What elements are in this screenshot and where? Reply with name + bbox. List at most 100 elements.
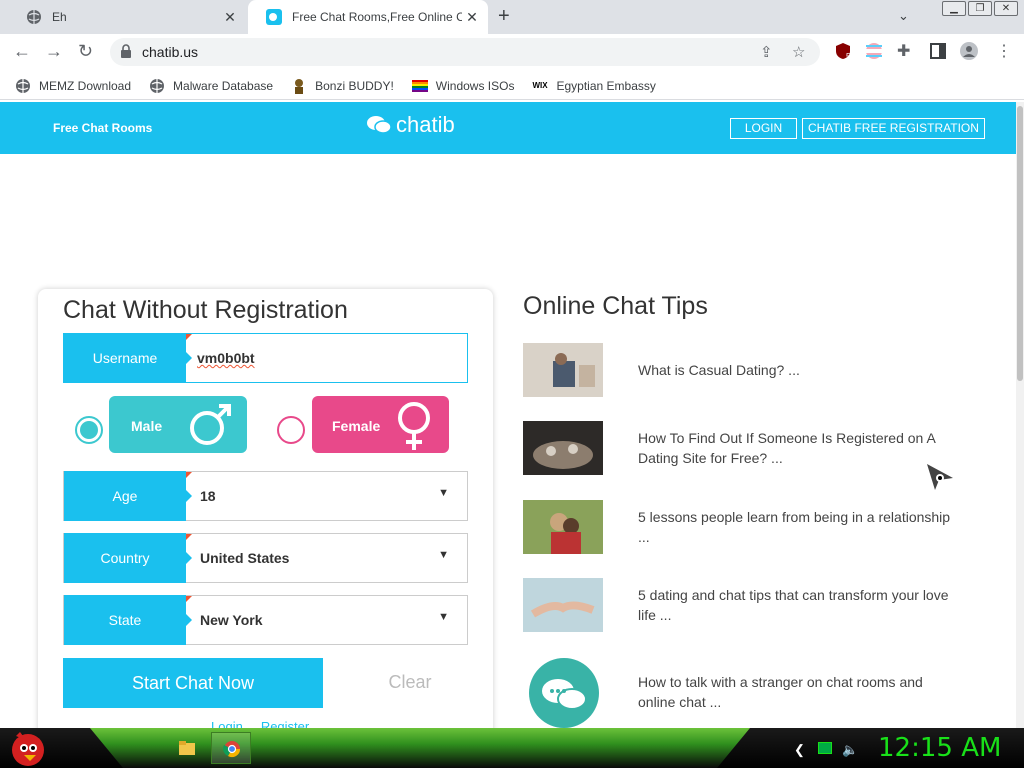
tab-title: Free Chat Rooms,Free Online Ch <box>292 10 462 24</box>
forward-arrow-icon[interactable]: → <box>45 41 63 62</box>
bookmark-egyptian-embassy[interactable]: WIX Egyptian Embassy <box>532 78 655 94</box>
chevron-down-icon: ▼ <box>438 549 449 561</box>
tip-text: What is Casual Dating? ... <box>638 362 800 378</box>
free-registration-button[interactable]: CHATIB FREE REGISTRATION <box>802 118 985 139</box>
chrome-taskbar-item[interactable] <box>211 732 251 764</box>
url-text: chatib.us <box>142 44 199 60</box>
bookmark-star-icon[interactable]: ☆ <box>792 43 805 61</box>
tip-item[interactable]: 5 lessons people learn from being in a r… <box>523 500 963 560</box>
globe-icon <box>150 78 165 93</box>
tray-chevron-icon[interactable]: ❮ <box>794 742 805 758</box>
state-value: New York <box>200 612 263 628</box>
window-controls: ▁ ❐ ✕ <box>942 1 1018 16</box>
address-bar[interactable]: chatib.us ⇪ ☆ <box>110 38 820 66</box>
taskbar-clock[interactable]: 12:15 AM <box>878 733 1001 763</box>
pride-extension-icon[interactable] <box>865 42 883 60</box>
required-marker <box>186 596 192 602</box>
minimize-icon[interactable]: ▁ <box>942 1 966 16</box>
form-title: Chat Without Registration <box>63 296 348 324</box>
male-label: Male <box>131 418 163 434</box>
tip-item[interactable]: How to talk with a stranger on chat room… <box>523 657 963 728</box>
new-tab-button[interactable]: + <box>498 5 510 28</box>
required-marker <box>186 334 192 340</box>
chat-bubbles-icon <box>529 658 599 728</box>
side-panel-icon[interactable] <box>929 42 947 60</box>
bookmarks-bar: MEMZ Download Malware Database Bonzi BUD… <box>0 72 1024 100</box>
reload-icon[interactable]: ↻ <box>78 41 93 62</box>
state-label: State <box>64 595 192 645</box>
rainbow-flag-icon <box>411 79 428 92</box>
tip-thumbnail <box>523 421 603 475</box>
female-symbol-icon <box>398 402 430 450</box>
state-select[interactable]: State New York ▼ <box>63 595 468 645</box>
page-scrollbar[interactable] <box>1016 102 1024 728</box>
ublock-icon[interactable]: 5 <box>834 42 852 60</box>
male-option[interactable]: Male <box>109 396 247 453</box>
globe-icon <box>16 78 30 93</box>
bookmark-label: MEMZ Download <box>39 78 132 93</box>
tip-item[interactable]: How To Find Out If Someone Is Registered… <box>523 421 963 481</box>
female-option[interactable]: Female <box>312 396 449 453</box>
bookmark-memz[interactable]: MEMZ Download <box>15 78 131 94</box>
country-select[interactable]: Country United States ▼ <box>63 533 468 583</box>
tip-thumbnail <box>523 578 603 632</box>
menu-kebab-icon[interactable]: ⋮ <box>996 41 1012 61</box>
bookmark-windows-isos[interactable]: Windows ISOs <box>411 78 514 94</box>
female-radio[interactable] <box>277 416 305 444</box>
wix-icon: WIX <box>532 80 548 90</box>
age-label: Age <box>64 471 192 521</box>
close-tab-icon[interactable]: ✕ <box>220 9 240 26</box>
globe-icon <box>27 10 41 24</box>
start-chat-button[interactable]: Start Chat Now <box>63 658 323 708</box>
tab-strip: Eh ✕ Free Chat Rooms,Free Online Ch ✕ + … <box>0 0 1024 34</box>
angry-bird-start-icon[interactable] <box>6 728 50 768</box>
logo-text: chatib <box>396 112 455 137</box>
extensions-puzzle-icon[interactable]: ✚ <box>897 41 910 61</box>
tip-text: 5 dating and chat tips that can transfor… <box>638 587 949 623</box>
bonzi-icon <box>295 78 304 94</box>
tips-title: Online Chat Tips <box>523 292 708 320</box>
male-symbol-icon <box>190 404 231 445</box>
female-label: Female <box>332 418 381 434</box>
tab-title: Eh <box>52 10 67 24</box>
tip-text: How to talk with a stranger on chat room… <box>638 674 923 710</box>
tab-eh[interactable]: Eh ✕ <box>8 0 246 34</box>
bookmark-label: Malware Database <box>173 78 274 93</box>
file-explorer-icon[interactable] <box>178 739 196 757</box>
bookmark-malware-database[interactable]: Malware Database <box>149 78 273 94</box>
restore-icon[interactable]: ❐ <box>968 1 992 16</box>
close-window-icon[interactable]: ✕ <box>994 1 1018 16</box>
chrome-icon <box>223 741 241 758</box>
chevron-down-icon: ▼ <box>438 611 449 623</box>
age-value: 18 <box>200 488 216 504</box>
bookmark-bonzi-buddy[interactable]: Bonzi BUDDY! <box>291 78 394 94</box>
lock-icon <box>121 44 131 58</box>
cursor-eye-icon <box>927 464 953 490</box>
free-chat-rooms-link[interactable]: Free Chat Rooms <box>53 121 152 135</box>
chatib-favicon-icon <box>266 9 282 25</box>
username-input[interactable]: vm0b0bt <box>197 350 255 366</box>
share-icon[interactable]: ⇪ <box>760 43 773 61</box>
tab-chatib[interactable]: Free Chat Rooms,Free Online Ch ✕ <box>248 0 488 34</box>
profile-avatar-icon[interactable] <box>960 42 978 60</box>
site-header: Free Chat Rooms chatib LOGIN CHATIB FREE… <box>0 102 1016 154</box>
close-tab-icon[interactable]: ✕ <box>462 9 482 26</box>
bookmark-label: Bonzi BUDDY! <box>315 78 394 93</box>
chatib-logo[interactable]: chatib <box>366 112 455 138</box>
username-field[interactable]: Username vm0b0bt <box>63 333 468 383</box>
chevron-down-icon: ▼ <box>438 487 449 499</box>
network-icon[interactable] <box>818 742 832 754</box>
volume-icon[interactable]: 🔈 <box>842 742 858 758</box>
back-arrow-icon[interactable]: ← <box>13 41 31 62</box>
tip-item[interactable]: What is Casual Dating? ... <box>523 343 963 403</box>
tip-text: 5 lessons people learn from being in a r… <box>638 509 951 545</box>
tab-search-chevron-icon[interactable]: ⌄ <box>898 8 909 24</box>
clear-button[interactable]: Clear <box>360 672 460 693</box>
male-radio[interactable] <box>75 416 103 444</box>
tip-item[interactable]: 5 dating and chat tips that can transfor… <box>523 578 963 638</box>
login-button[interactable]: LOGIN <box>730 118 797 139</box>
tip-thumbnail <box>523 500 603 554</box>
scrollbar-thumb[interactable] <box>1017 106 1023 381</box>
age-select[interactable]: Age 18 ▼ <box>63 471 468 521</box>
tip-thumbnail <box>523 343 603 397</box>
